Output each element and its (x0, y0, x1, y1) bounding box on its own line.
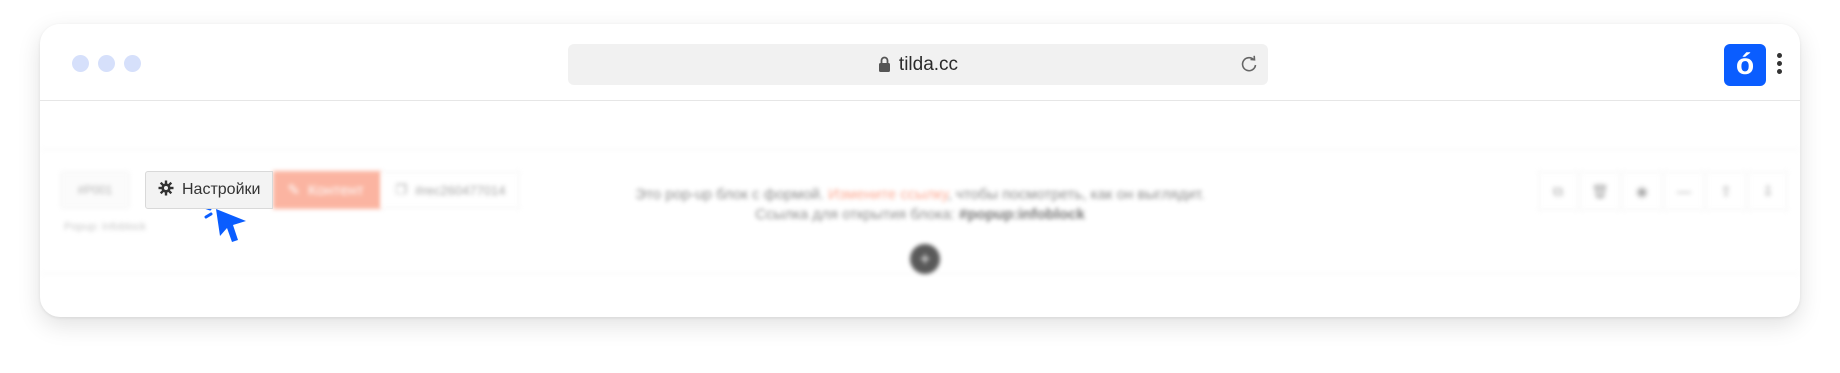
popup-block-description: Это pop-up блок с формой. Измените ссылк… (40, 185, 1800, 225)
hide-icon[interactable]: ◉ (1622, 171, 1662, 211)
settings-button[interactable]: Настройки (145, 171, 274, 209)
change-link[interactable]: Измените ссылку (828, 186, 947, 203)
browser-titlebar: tilda.cc ó (40, 24, 1800, 101)
lock-icon (878, 56, 891, 73)
plus-icon: + (919, 248, 931, 269)
window-dot-close[interactable] (72, 55, 89, 72)
extension-logo-letter: ó (1735, 48, 1755, 81)
browser-window: tilda.cc ó #P001 Popup: Infoblock Настро… (40, 24, 1800, 317)
move-down-icon[interactable]: ⇩ (1748, 171, 1788, 211)
extension-logo-icon[interactable]: ó (1724, 44, 1766, 86)
add-block-button[interactable]: + (910, 244, 940, 274)
more-menu-icon[interactable] (1777, 53, 1783, 77)
popup-text-suffix: , чтобы посмотреть, как он выглядит. (947, 186, 1205, 203)
window-dot-maximize[interactable] (124, 55, 141, 72)
block-divider-top (40, 149, 1800, 150)
popup-link-code: #popup:infoblock (959, 206, 1085, 223)
settings-button-label: Настройки (182, 181, 261, 198)
reload-icon[interactable] (1240, 55, 1258, 78)
page-content: #P001 Popup: Infoblock Настройки ✎ Конте… (40, 101, 1800, 317)
gear-icon (158, 180, 174, 201)
more-icon[interactable]: — (1664, 171, 1704, 211)
address-bar-url: tilda.cc (898, 53, 959, 75)
window-dot-minimize[interactable] (98, 55, 115, 72)
address-bar[interactable]: tilda.cc (568, 44, 1268, 85)
duplicate-icon[interactable]: ⧉ (1538, 171, 1578, 211)
popup-text-prefix: Это pop-up блок с формой. (635, 186, 824, 203)
move-up-icon[interactable]: ⇧ (1706, 171, 1746, 211)
trash-icon[interactable]: 🗑 (1580, 171, 1620, 211)
popup-link-label: Ссылка для открытия блока: (755, 206, 955, 223)
block-actions: ⧉ 🗑 ◉ — ⇧ ⇩ (1538, 171, 1788, 211)
